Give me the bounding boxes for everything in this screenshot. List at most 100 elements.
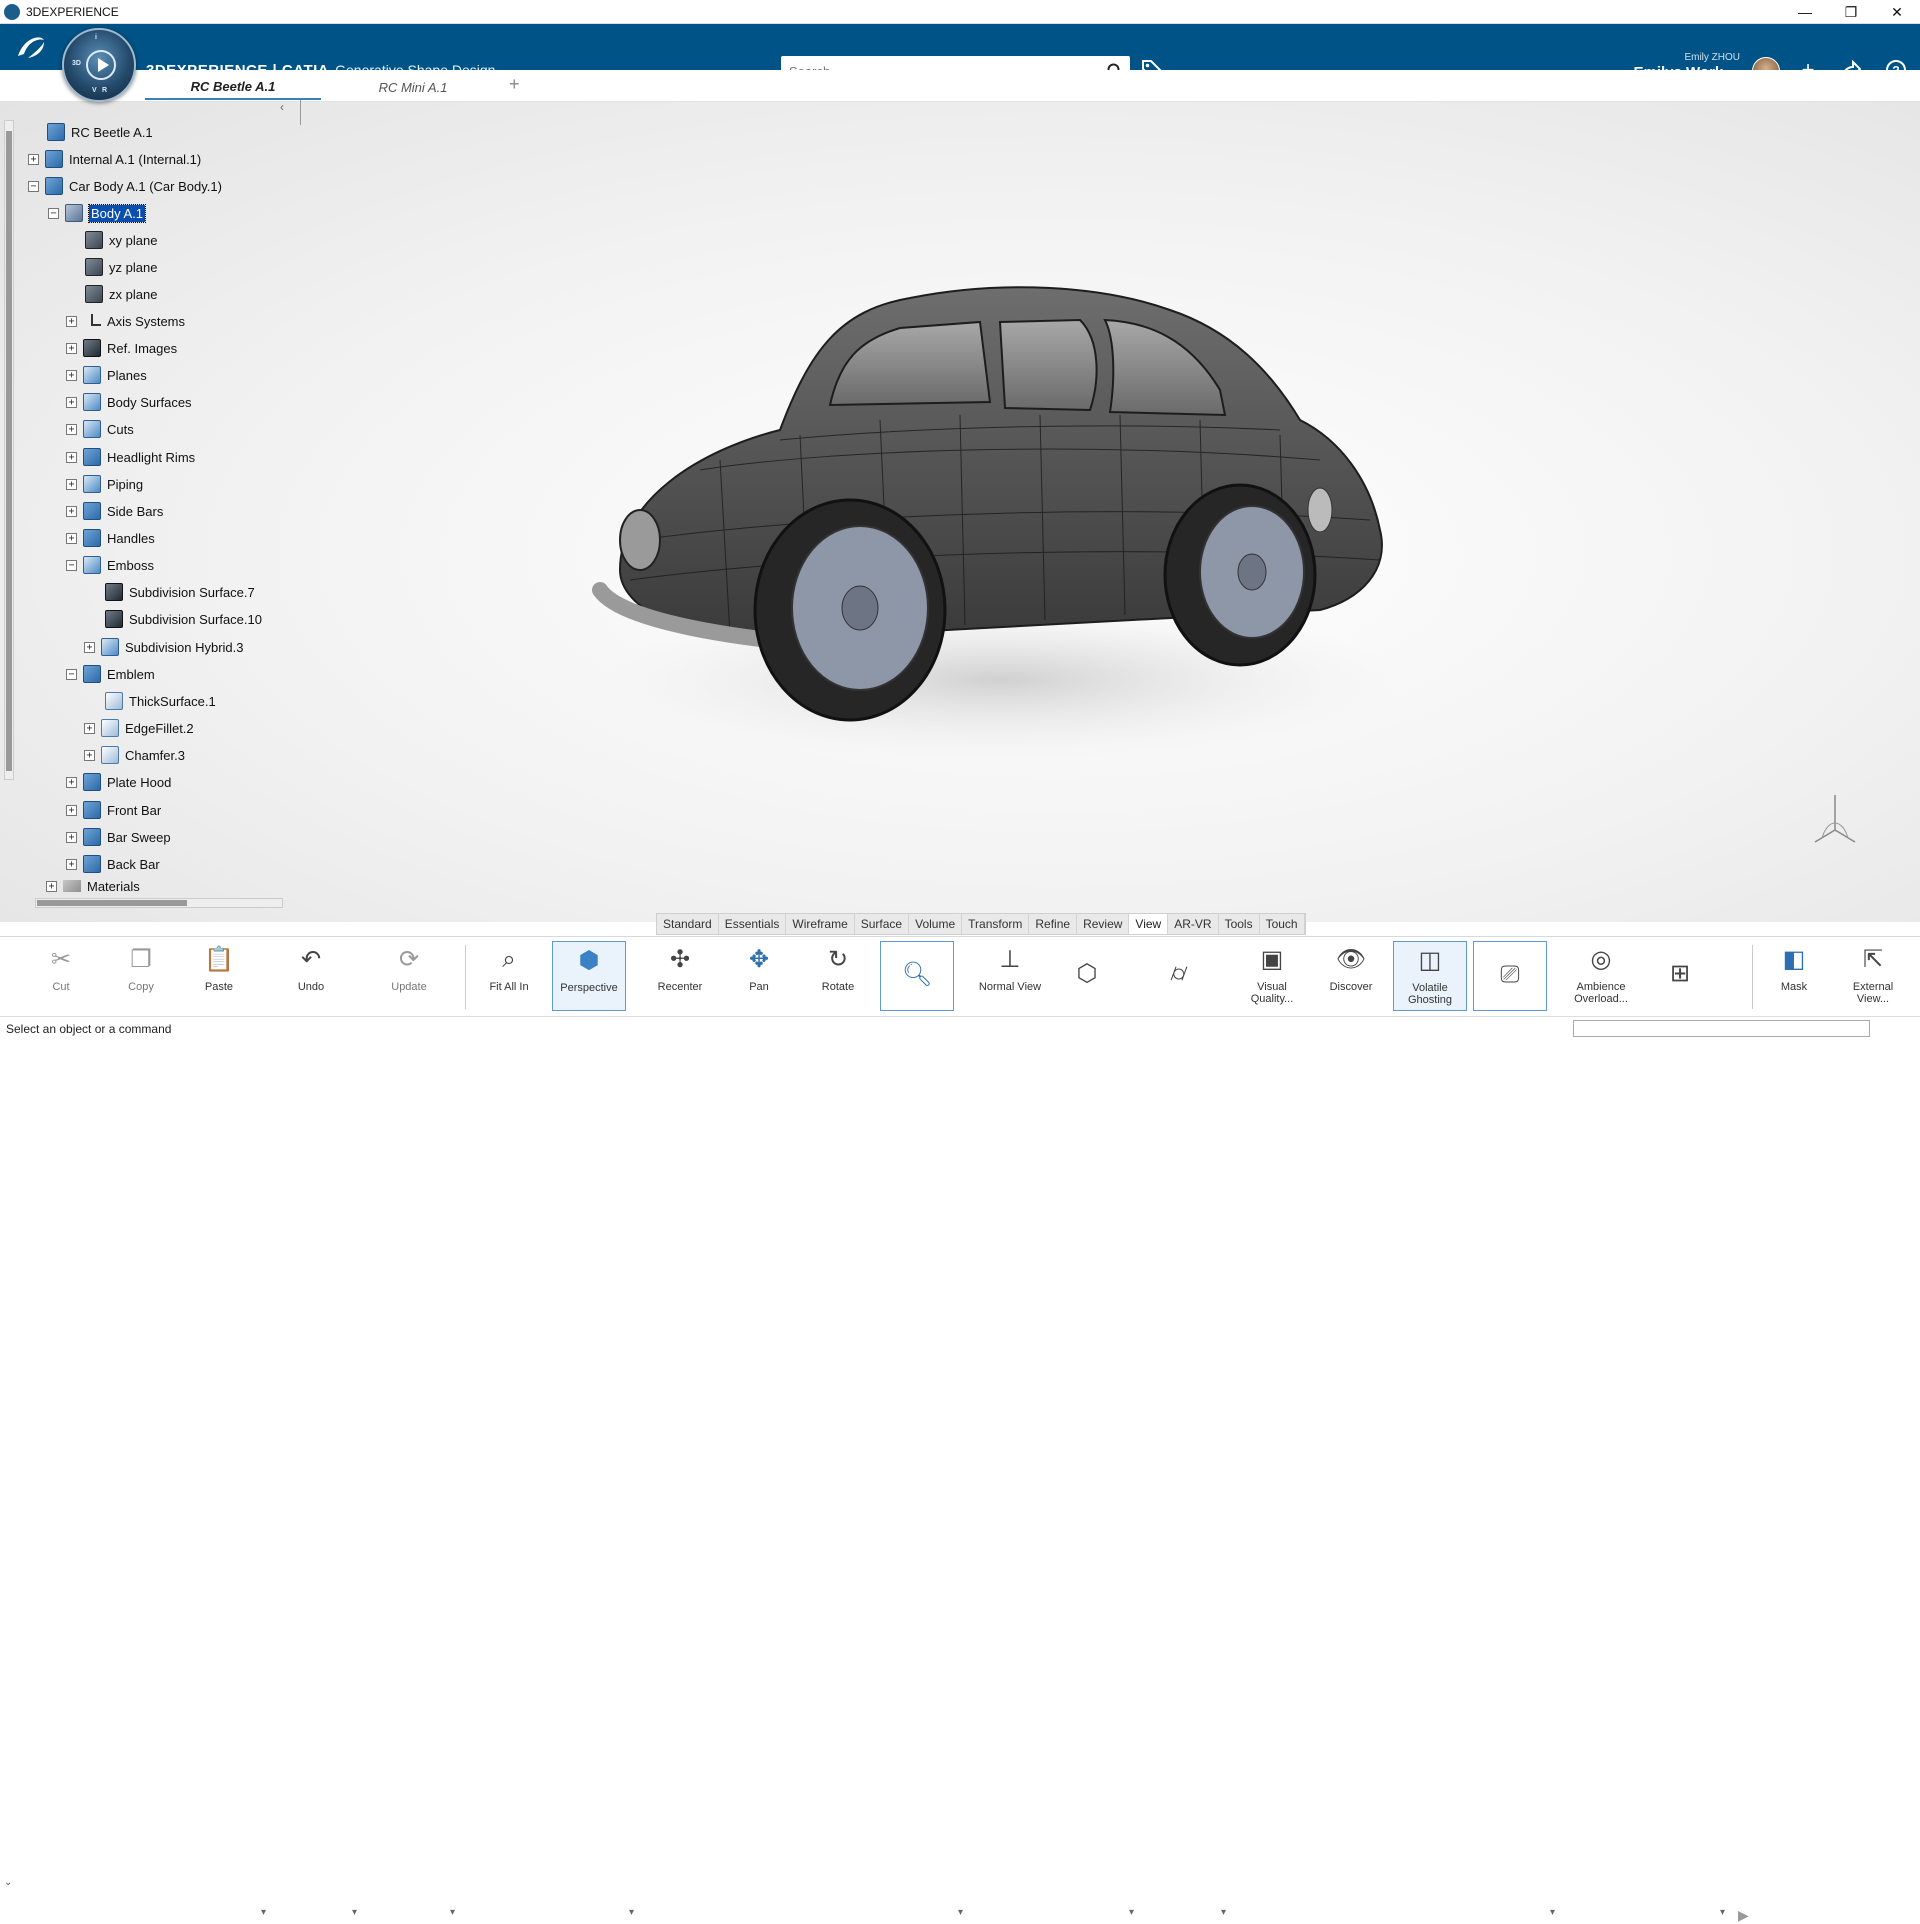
recenter-button[interactable]: ✣ Recenter: [645, 941, 715, 1011]
axis-triad-icon[interactable]: [1810, 790, 1860, 850]
play-icon[interactable]: [86, 50, 116, 80]
power-input-field[interactable]: [1573, 1020, 1870, 1037]
compass-widget[interactable]: 3D i V R: [62, 28, 136, 102]
action-tab-standard[interactable]: Standard: [657, 914, 719, 934]
chevron-down-icon[interactable]: ▾: [1550, 1907, 1555, 1918]
collapse-icon[interactable]: −: [66, 559, 77, 571]
3d-viewport[interactable]: [0, 102, 1920, 922]
ds-logo-icon[interactable]: [14, 32, 48, 62]
external-view-button[interactable]: ⇱ External View...: [1838, 941, 1908, 1011]
collapse-icon[interactable]: −: [66, 668, 77, 680]
update-button[interactable]: ⟳ Update: [374, 941, 444, 1011]
tree-item[interactable]: + Handles: [66, 527, 155, 549]
tree-item[interactable]: + Headlight Rims: [66, 446, 195, 468]
expand-icon[interactable]: +: [66, 423, 77, 435]
render-style-button[interactable]: ⌭: [1144, 941, 1214, 1011]
zoom-button[interactable]: 🔍︎: [880, 941, 954, 1011]
expand-icon[interactable]: +: [66, 342, 77, 354]
expand-icon[interactable]: +: [66, 369, 77, 381]
car-model-image[interactable]: [580, 240, 1440, 760]
chevron-down-icon[interactable]: ▾: [261, 1907, 266, 1918]
mask-button[interactable]: ◧ Mask: [1759, 941, 1829, 1011]
expand-icon[interactable]: +: [66, 831, 77, 843]
tree-item[interactable]: + Piping: [66, 473, 143, 495]
tab-rc-beetle[interactable]: RC Beetle A.1: [145, 74, 321, 100]
close-button[interactable]: ✕: [1874, 0, 1920, 24]
expand-icon[interactable]: +: [84, 722, 95, 734]
layout-button[interactable]: ⊞: [1645, 941, 1715, 1011]
normal-view-button[interactable]: ⊥ Normal View: [975, 941, 1045, 1011]
copy-button[interactable]: ❐ Copy: [106, 941, 176, 1011]
minimize-button[interactable]: —: [1782, 0, 1828, 24]
add-tab-button[interactable]: +: [509, 74, 520, 95]
tree-item[interactable]: − Car Body A.1 (Car Body.1): [28, 175, 222, 197]
tree-horizontal-scrollbar[interactable]: [35, 898, 283, 908]
discover-button[interactable]: 👁︎ Discover: [1316, 941, 1386, 1011]
ambience-overload-button[interactable]: ◎ Ambience Overload...: [1566, 941, 1636, 1011]
visual-quality-button[interactable]: ▣ Visual Quality...: [1237, 941, 1307, 1011]
undo-button[interactable]: ↶ Undo: [276, 941, 346, 1011]
expand-icon[interactable]: +: [66, 804, 77, 816]
left-vertical-scrollbar[interactable]: [4, 120, 14, 780]
tree-item[interactable]: zx plane: [68, 283, 157, 305]
view-capture-button[interactable]: ⎚: [1473, 941, 1547, 1011]
action-tab-view[interactable]: View: [1129, 914, 1169, 934]
restore-button[interactable]: ❐: [1828, 0, 1874, 24]
collapse-icon[interactable]: −: [48, 207, 59, 219]
tree-item[interactable]: Subdivision Surface.7: [88, 581, 255, 603]
expand-icon[interactable]: +: [46, 880, 57, 892]
tree-item[interactable]: − Body A.1: [48, 202, 147, 224]
expand-icon[interactable]: +: [66, 396, 77, 408]
expand-icon[interactable]: +: [66, 478, 77, 490]
tree-item[interactable]: + Subdivision Hybrid.3: [84, 636, 244, 658]
tree-item[interactable]: + Bar Sweep: [66, 826, 171, 848]
chevron-down-icon[interactable]: ▾: [352, 1907, 357, 1918]
action-tab-surface[interactable]: Surface: [855, 914, 910, 934]
fit-all-in-button[interactable]: ⌕ Fit All In: [474, 941, 544, 1011]
tree-item[interactable]: + Cuts: [66, 418, 134, 440]
tree-item[interactable]: + Ref. Images: [66, 337, 177, 359]
chevron-down-icon[interactable]: ▾: [958, 1907, 963, 1918]
tree-item[interactable]: + Materials: [46, 880, 140, 892]
chevron-down-icon[interactable]: ▾: [1720, 1907, 1725, 1918]
tree-item[interactable]: + Plate Hood: [66, 771, 171, 793]
tree-item[interactable]: + Back Bar: [66, 853, 160, 875]
expand-icon[interactable]: +: [66, 315, 77, 327]
action-tab-essentials[interactable]: Essentials: [719, 914, 787, 934]
tab-rc-mini[interactable]: RC Mini A.1: [325, 74, 501, 100]
expand-icon[interactable]: +: [66, 532, 77, 544]
tree-item[interactable]: + Chamfer.3: [84, 744, 185, 766]
expand-icon[interactable]: +: [28, 153, 39, 165]
tree-item[interactable]: + Front Bar: [66, 799, 161, 821]
expand-icon[interactable]: +: [84, 641, 95, 653]
tree-item[interactable]: + Body Surfaces: [66, 391, 192, 413]
tree-item[interactable]: RC Beetle A.1: [30, 121, 153, 143]
chevron-down-icon[interactable]: ▾: [629, 1907, 634, 1918]
chevron-down-icon[interactable]: ▾: [1129, 1907, 1134, 1918]
view-mode-button[interactable]: ⬡: [1052, 941, 1122, 1011]
pan-button[interactable]: ✥ Pan: [724, 941, 794, 1011]
action-tab-tools[interactable]: Tools: [1219, 914, 1260, 934]
chevron-right-icon[interactable]: ▶: [1738, 1907, 1749, 1924]
tree-item[interactable]: + Internal A.1 (Internal.1): [28, 148, 201, 170]
collapse-icon[interactable]: −: [28, 180, 39, 192]
expand-icon[interactable]: +: [66, 505, 77, 517]
tree-item[interactable]: + Side Bars: [66, 500, 163, 522]
tree-item[interactable]: − Emboss: [66, 554, 154, 576]
action-tab-wireframe[interactable]: Wireframe: [786, 914, 855, 934]
paste-button[interactable]: 📋 Paste: [184, 941, 254, 1011]
tree-item[interactable]: − Emblem: [66, 663, 155, 685]
perspective-button[interactable]: ⬢ Perspective: [552, 941, 626, 1011]
chevron-down-icon[interactable]: ▾: [1221, 1907, 1226, 1918]
action-tab-review[interactable]: Review: [1077, 914, 1130, 934]
chevron-down-icon[interactable]: ▾: [450, 1907, 455, 1918]
action-tab-touch[interactable]: Touch: [1260, 914, 1305, 934]
expand-icon[interactable]: +: [66, 776, 77, 788]
action-tab-refine[interactable]: Refine: [1029, 914, 1078, 934]
tree-item[interactable]: ThickSurface.1: [88, 690, 216, 712]
tree-item[interactable]: + EdgeFillet.2: [84, 717, 194, 739]
rotate-button[interactable]: ↻ Rotate: [803, 941, 873, 1011]
tree-item[interactable]: + Axis Systems: [66, 310, 185, 332]
tree-item[interactable]: Subdivision Surface.10: [88, 608, 262, 630]
expand-icon[interactable]: +: [66, 858, 77, 870]
